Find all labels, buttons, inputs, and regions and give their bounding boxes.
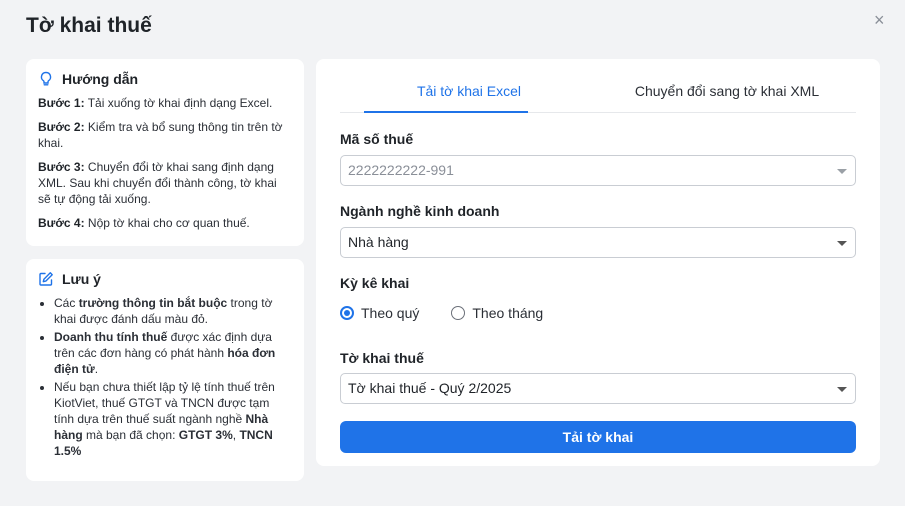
radio-monthly[interactable]: Theo tháng xyxy=(451,305,543,321)
tax-code-select[interactable]: 2222222222-991 xyxy=(340,155,856,186)
tax-return-value: Tờ khai thuế - Quý 2/2025 xyxy=(348,380,512,396)
guide-step: Bước 1: Tải xuống tờ khai định dạng Exce… xyxy=(38,96,273,110)
list-item: Các trường thông tin bắt buộc trong tờ k… xyxy=(54,295,292,327)
guide-step: Bước 4: Nộp tờ khai cho cơ quan thuế. xyxy=(38,216,250,230)
form-card: Tải tờ khai Excel Chuyển đổi sang tờ kha… xyxy=(316,59,880,466)
chevron-down-icon xyxy=(837,169,847,174)
period-label: Kỳ kê khai xyxy=(340,275,410,291)
tax-return-label: Tờ khai thuế xyxy=(340,350,424,366)
tab-bar: Tải tờ khai Excel Chuyển đổi sang tờ kha… xyxy=(340,59,856,113)
dialog-title: Tờ khai thuế xyxy=(26,14,152,37)
tax-return-select[interactable]: Tờ khai thuế - Quý 2/2025 xyxy=(340,373,856,404)
industry-select[interactable]: Nhà hàng xyxy=(340,227,856,258)
chevron-down-icon xyxy=(837,387,847,392)
list-item: Nếu bạn chưa thiết lập tỷ lệ tính thuế t… xyxy=(54,379,292,459)
guide-header: Hướng dẫn xyxy=(38,71,292,87)
download-return-button[interactable]: Tải tờ khai xyxy=(340,421,856,453)
tax-code-label: Mã số thuế xyxy=(340,131,414,147)
tax-code-value: 2222222222-991 xyxy=(348,162,454,178)
list-item: Doanh thu tính thuế được xác định dựa tr… xyxy=(54,329,292,377)
radio-quarterly[interactable]: Theo quý xyxy=(340,305,419,321)
notes-list: Các trường thông tin bắt buộc trong tờ k… xyxy=(38,295,292,459)
notes-header: Lưu ý xyxy=(38,271,292,287)
radio-unchecked-icon xyxy=(451,306,466,320)
active-tab-indicator xyxy=(364,111,528,113)
guide-step: Bước 2: Kiểm tra và bổ sung thông tin tr… xyxy=(38,120,283,150)
notes-heading: Lưu ý xyxy=(62,271,101,287)
notes-card: Lưu ý Các trường thông tin bắt buộc tron… xyxy=(26,259,304,481)
guide-card: Hướng dẫn Bước 1: Tải xuống tờ khai định… xyxy=(26,59,304,246)
tab-xml[interactable]: Chuyển đổi sang tờ khai XML xyxy=(598,59,856,112)
industry-label: Ngành nghề kinh doanh xyxy=(340,203,500,219)
industry-value: Nhà hàng xyxy=(348,234,409,250)
edit-note-icon xyxy=(39,272,53,286)
guide-step: Bước 3: Chuyển đổi tờ khai sang định dạn… xyxy=(38,160,277,206)
period-radio-group: Theo quý Theo tháng xyxy=(340,305,543,321)
close-icon[interactable]: × xyxy=(874,10,885,30)
lightbulb-icon xyxy=(40,71,52,86)
radio-label: Theo tháng xyxy=(472,305,544,321)
radio-label: Theo quý xyxy=(361,305,420,321)
radio-checked-icon xyxy=(340,306,354,320)
chevron-down-icon xyxy=(837,241,847,246)
tab-excel[interactable]: Tải tờ khai Excel xyxy=(340,59,598,112)
guide-heading: Hướng dẫn xyxy=(62,71,139,87)
